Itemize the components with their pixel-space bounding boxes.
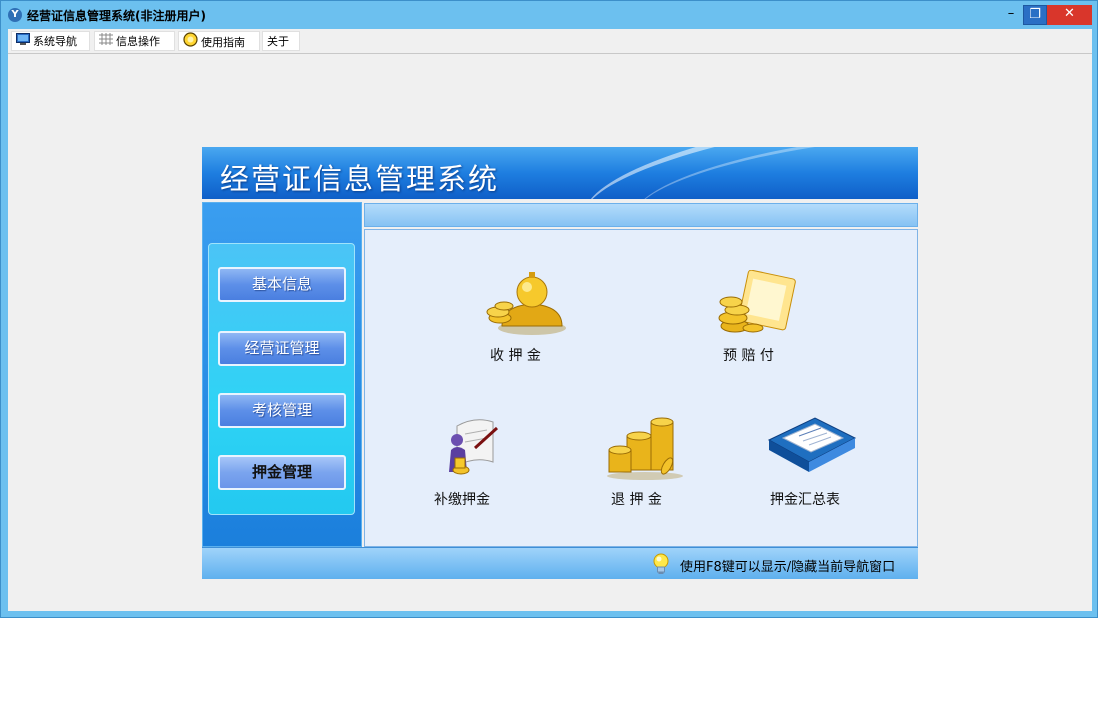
tile-advance-payment[interactable]: 预 赔 付 (711, 270, 801, 370)
app-window: Y 经营证信息管理系统(非注册用户) – ❐ ✕ 系统导航 信息操作 使用指南 (0, 0, 1098, 618)
content-header-bar (364, 203, 918, 227)
restore-button[interactable]: ❐ (1023, 5, 1047, 25)
guide-icon (183, 32, 198, 54)
tile-refund-deposit[interactable]: 退 押 金 (605, 414, 695, 514)
menu-label: 信息操作 (116, 35, 160, 48)
tile-deposit-summary[interactable]: 押金汇总表 (765, 414, 865, 514)
sidebar-item-basic-info[interactable]: 基本信息 (218, 267, 346, 302)
tile-label: 收 押 金 (490, 348, 541, 364)
navigation-panel: 经营证信息管理系统 基本信息 经营证管理 考核管理 押金管理 收 押 金 预 赔… (202, 147, 918, 579)
minimize-button[interactable]: – (999, 5, 1023, 25)
app-logo-icon: Y (8, 8, 22, 22)
sidebar-item-license-mgmt[interactable]: 经营证管理 (218, 331, 346, 366)
coin-stack-icon (607, 417, 683, 480)
tile-label: 补缴押金 (434, 492, 490, 508)
close-button[interactable]: ✕ (1047, 5, 1092, 25)
menu-label: 关于 (267, 35, 289, 48)
title-bar[interactable]: Y 经营证信息管理系统(非注册用户) – ❐ ✕ (1, 1, 1097, 29)
menu-bar: 系统导航 信息操作 使用指南 关于 (8, 29, 1092, 53)
menu-label: 使用指南 (201, 36, 245, 49)
menu-info-ops[interactable]: 信息操作 (94, 31, 175, 51)
window-title: 经营证信息管理系统(非注册用户) (27, 9, 206, 23)
menu-system-nav[interactable]: 系统导航 (11, 31, 90, 51)
status-bar: 使用F8键可以显示/隐藏当前导航窗口 (202, 547, 918, 579)
coin-bag-icon (486, 272, 566, 335)
tile-label: 押金汇总表 (770, 492, 840, 508)
sidebar-item-deposit-mgmt[interactable]: 押金管理 (218, 455, 346, 490)
sidebar: 基本信息 经营证管理 考核管理 押金管理 (202, 202, 362, 547)
coin-document-icon (718, 270, 796, 333)
report-book-icon (767, 417, 857, 472)
header-banner: 经营证信息管理系统 (202, 147, 918, 199)
menu-user-guide[interactable]: 使用指南 (178, 31, 260, 51)
banner-title: 经营证信息管理系统 (220, 162, 500, 196)
menu-label: 系统导航 (33, 35, 77, 48)
lightbulb-icon (653, 553, 669, 574)
tile-label: 预 赔 付 (723, 348, 774, 364)
person-scroll-icon (449, 419, 499, 475)
menu-divider (8, 53, 1092, 54)
tile-supplementary-deposit[interactable]: 补缴押金 (431, 414, 521, 514)
tile-label: 退 押 金 (611, 492, 662, 508)
sidebar-item-assessment-mgmt[interactable]: 考核管理 (218, 393, 346, 428)
monitor-icon (16, 32, 30, 52)
sidebar-menu: 基本信息 经营证管理 考核管理 押金管理 (208, 243, 355, 515)
content-area: 收 押 金 预 赔 付 补缴押金 退 押 金 押金汇总表 (364, 229, 918, 547)
menu-about[interactable]: 关于 (262, 31, 300, 51)
status-hint: 使用F8键可以显示/隐藏当前导航窗口 (680, 560, 896, 575)
grid-icon (99, 32, 113, 52)
tile-collect-deposit[interactable]: 收 押 金 (480, 270, 570, 370)
